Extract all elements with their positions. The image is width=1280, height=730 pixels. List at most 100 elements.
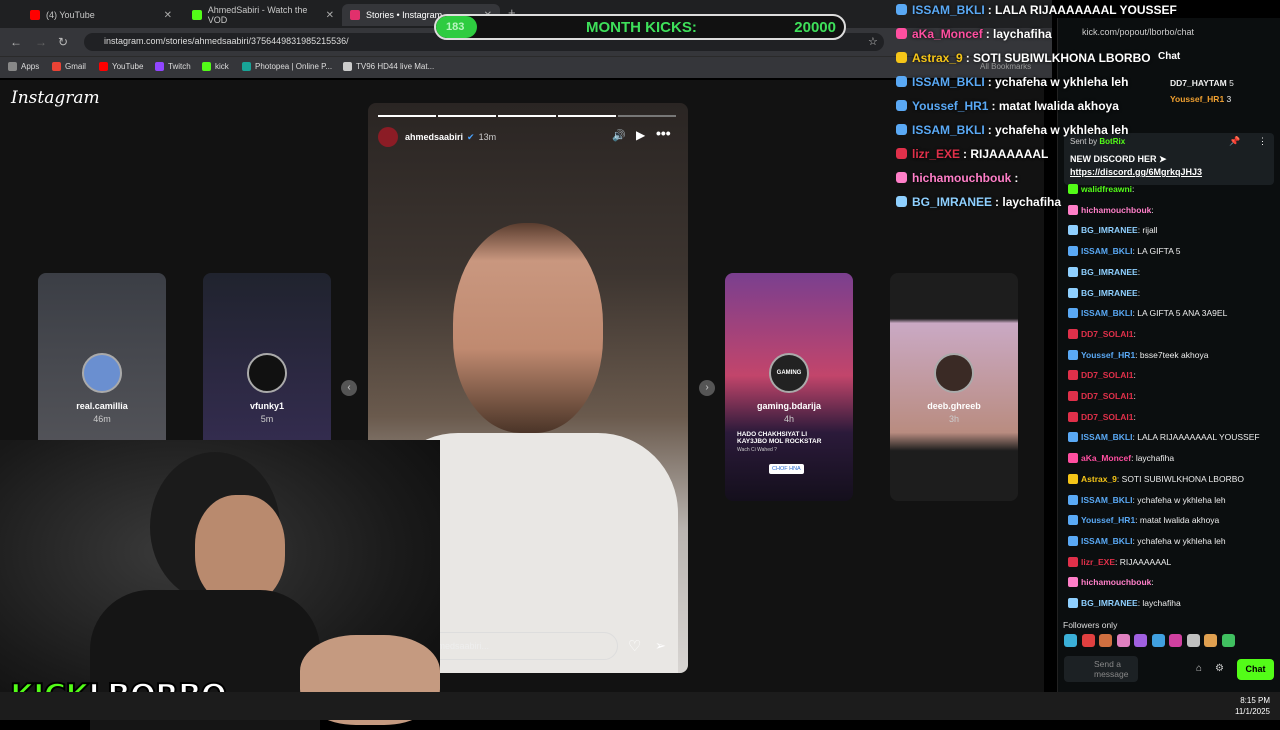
store-icon[interactable]: ⌂ [1196,663,1202,674]
chat-username[interactable]: ISSAM_BKLI [1081,495,1132,505]
chat-message: ISSAM_BKLI: LALA RIJAAAAAAAL YOUSSEF [1068,432,1260,443]
forward-icon[interactable]: → [35,35,47,49]
overlay-username: BG_IMRANEE [912,195,993,209]
emote-icon[interactable] [1064,634,1077,647]
gmail-icon [52,62,61,71]
emote-icon[interactable] [1204,634,1217,647]
chat-username[interactable]: ISSAM_BKLI [1081,246,1132,256]
tab-kick-vod[interactable]: AhmedSabiri - Watch the VOD ✕ [184,4,342,26]
overlay-chat-line: ISSAM_BKLI: ychafeha w ykhleha leh [896,75,1128,89]
play-icon[interactable]: ▶ [636,128,645,142]
emote-icon[interactable] [1169,634,1182,647]
youtube-icon [99,62,108,71]
volume-icon[interactable]: 🔊 [612,129,626,142]
emote-icon[interactable] [1099,634,1112,647]
overlay-username: Astrax_9 [912,51,963,65]
bookmark-youtube[interactable]: YouTube [99,62,143,71]
chat-send-button[interactable]: Chat [1237,659,1274,680]
side-story-deeb-ghreeb[interactable]: deeb.ghreeb 3h [890,273,1018,501]
close-tab-icon[interactable]: ✕ [164,10,172,21]
overlay-message: ychafeha w ykhleha leh [995,123,1129,137]
story-progress [498,115,556,117]
user-badge-icon [896,76,907,87]
heart-icon[interactable]: ♡ [628,637,641,655]
overlay-message: LALA RIJAAAAAAAL YOUSSEF [995,3,1177,17]
chat-message: BG_IMRANEE: laychafiha [1068,598,1181,608]
user-badge-icon [1068,556,1078,567]
story-username[interactable]: ahmedsaabiri [405,132,463,142]
avatar[interactable] [378,127,398,147]
next-story-icon[interactable]: › [699,380,715,396]
overlay-username: lizr_EXE [912,147,961,161]
tv-icon [343,62,352,71]
more-options-icon[interactable]: ••• [656,125,671,141]
chat-username[interactable]: ISSAM_BKLI [1081,432,1132,442]
youtube-icon [30,10,40,20]
reload-icon[interactable]: ↻ [58,35,68,49]
chat-username[interactable]: ISSAM_BKLI [1081,536,1132,546]
overlay-message: matat lwalida akhoya [998,99,1119,113]
user-badge-icon [896,100,907,111]
emote-icon[interactable] [1116,634,1130,647]
close-tab-icon[interactable]: ✕ [326,10,334,21]
chat-username[interactable]: Astrax_9 [1081,474,1117,484]
story-link-sticker[interactable]: CHOF HNA [769,464,804,474]
user-badge-icon [1068,370,1078,381]
kicks-current: 183 [446,21,465,33]
chat-username[interactable]: BG_IMRANEE [1081,598,1138,608]
bookmark-kick[interactable]: kick [202,62,229,71]
chat-username[interactable]: ISSAM_BKLI [1081,308,1132,318]
overlay-chat-line: ISSAM_BKLI: LALA RIJAAAAAAAL YOUSSEF [896,3,1177,17]
star-icon[interactable]: ☆ [868,35,878,48]
bookmark-gmail[interactable]: Gmail [52,62,86,71]
emote-icon[interactable] [1221,634,1235,647]
user-badge-icon [1068,266,1078,277]
chat-username[interactable]: BG_IMRANEE [1081,225,1138,235]
chat-username[interactable]: DD7_SOLAI1 [1081,391,1133,401]
bookmark-tv96[interactable]: TV96 HD44 live Mat... [343,62,434,71]
chat-username[interactable]: hichamouchbouk [1081,577,1151,587]
chat-username[interactable]: DD7_SOLAI1 [1081,370,1133,380]
chat-username[interactable]: lizr_EXE [1081,557,1115,567]
emote-icon[interactable] [1134,634,1147,647]
emote-icon[interactable] [1186,634,1200,647]
overlay-chat-line: lizr_EXE: RIJAAAAAAL [896,147,1048,161]
chat-input[interactable]: Send a message [1064,656,1138,682]
chat-username[interactable]: BG_IMRANEE [1081,267,1138,277]
user-badge-icon [1068,515,1078,526]
chat-username[interactable]: DD7_SOLAI1 [1081,329,1133,339]
instagram-logo[interactable]: Instagram [11,88,100,108]
chat-message: hichamouchbouk: [1068,577,1154,588]
emote-icon[interactable] [1151,634,1165,647]
chat-username[interactable]: aKa_Moncef [1081,453,1131,463]
story-progress [558,115,616,117]
chat-username[interactable]: Youssef_HR1 [1081,515,1135,525]
tab-youtube[interactable]: (4) YouTube ✕ [22,4,180,26]
user-badge-icon [896,4,907,15]
chat-username[interactable]: Youssef_HR1 [1081,350,1135,360]
twitch-icon [155,62,164,71]
send-icon[interactable]: ➢ [655,638,666,654]
stream-chat-overlay: ISSAM_BKLI: LALA RIJAAAAAAAL YOUSSEF aKa_… [896,0,1280,220]
prev-story-icon[interactable]: ‹ [341,380,357,396]
chat-message: aKa_Moncef: laychafiha [1068,453,1174,464]
back-icon[interactable]: ← [10,35,22,49]
user-badge-icon [896,124,907,135]
chat-username[interactable]: DD7_SOLAI1 [1081,412,1133,422]
user-badge-icon [896,172,907,183]
bookmark-apps[interactable]: Apps [8,62,39,71]
chat-message: ISSAM_BKLI: ychafeha w ykhleha leh [1068,494,1226,505]
chat-text: bsse7teek akhoya [1139,349,1209,360]
side-story-gaming-bdarija[interactable]: GAMING gaming.bdarija 4h HADO CHAKHSIYAT… [725,273,853,501]
story-header: ahmedsaabiri ✔ 13m [378,127,496,147]
emote-icon[interactable] [1081,634,1095,647]
gear-icon[interactable]: ⚙ [1215,663,1224,674]
chat-message: ISSAM_BKLI: ychafeha w ykhleha leh [1068,535,1226,546]
bookmark-twitch[interactable]: Twitch [155,62,191,71]
chat-text: LALA RIJAAAAAAAL YOUSSEF [1137,432,1260,443]
user-badge-icon [1068,577,1078,588]
chat-username[interactable]: BG_IMRANEE [1081,288,1138,298]
chat-text: rijall [1142,225,1158,236]
overlay-username: ISSAM_BKLI [912,3,985,17]
bookmark-photopea[interactable]: Photopea | Online P... [242,62,332,71]
